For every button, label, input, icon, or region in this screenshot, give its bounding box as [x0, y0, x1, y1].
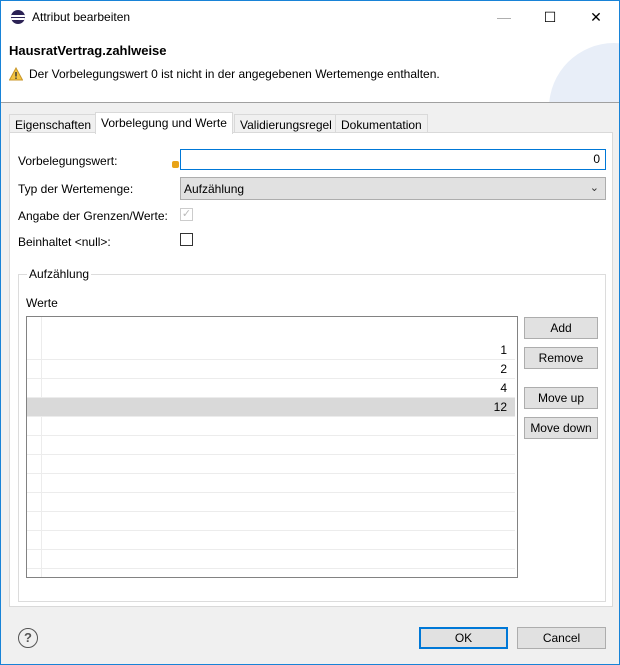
empty-row	[27, 474, 515, 493]
window-title: Attribut bearbeiten	[32, 10, 131, 24]
empty-row	[27, 455, 515, 474]
default-value-label: Vorbelegungswert:	[18, 154, 118, 168]
remove-button[interactable]: Remove	[524, 347, 598, 369]
minimize-button[interactable]: —	[481, 1, 527, 33]
empty-row	[27, 531, 515, 550]
list-item[interactable]: 1	[27, 341, 515, 360]
limits-checkbox[interactable]: ✓	[180, 208, 193, 221]
default-value-input[interactable]: 0	[180, 149, 606, 170]
warning-icon	[9, 67, 23, 81]
empty-row	[27, 436, 515, 455]
ok-button[interactable]: OK	[419, 627, 508, 649]
dialog-heading: HausratVertrag.zahlweise	[9, 43, 167, 58]
empty-row	[27, 512, 515, 531]
values-list[interactable]: 1 2 4 12	[26, 316, 518, 578]
empty-row	[27, 550, 515, 569]
maximize-button[interactable]: ☐	[527, 1, 573, 33]
cancel-button[interactable]: Cancel	[517, 627, 606, 649]
dialog-header: HausratVertrag.zahlweise Der Vorbelegung…	[1, 33, 619, 103]
values-label: Werte	[26, 296, 58, 310]
group-title: Aufzählung	[27, 267, 92, 281]
includes-null-checkbox[interactable]	[180, 233, 193, 246]
title-bar: Attribut bearbeiten — ☐ ✕	[1, 1, 619, 33]
list-item[interactable]: 2	[27, 360, 515, 379]
limits-label: Angabe der Grenzen/Werte:	[18, 209, 168, 223]
tab-vorbelegung-und-werte[interactable]: Vorbelegung und Werte	[95, 112, 233, 134]
tab-panel: Vorbelegungswert: 0 Typ der Wertemenge: …	[9, 132, 613, 607]
includes-null-label: Beinhaltet <null>:	[18, 235, 111, 249]
help-icon[interactable]: ?	[18, 628, 38, 648]
move-down-button[interactable]: Move down	[524, 417, 598, 439]
list-item[interactable]: 4	[27, 379, 515, 398]
tab-eigenschaften[interactable]: Eigenschaften	[9, 114, 98, 134]
list-item-selected[interactable]: 12	[27, 398, 515, 417]
tab-dokumentation[interactable]: Dokumentation	[335, 114, 428, 134]
eclipse-app-icon	[11, 10, 25, 24]
warning-message: Der Vorbelegungswert 0 ist nicht in der …	[29, 67, 440, 81]
select-value: Aufzählung	[184, 182, 245, 196]
empty-row	[27, 417, 515, 436]
header-decoration	[549, 43, 619, 102]
empty-row	[27, 493, 515, 512]
add-button[interactable]: Add	[524, 317, 598, 339]
move-up-button[interactable]: Move up	[524, 387, 598, 409]
close-button[interactable]: ✕	[573, 1, 619, 33]
value-set-type-label: Typ der Wertemenge:	[18, 182, 134, 196]
tab-validierungsregel[interactable]: Validierungsregel	[234, 114, 338, 134]
value-set-type-select[interactable]: Aufzählung ⌄	[180, 177, 606, 200]
dialog-window: Attribut bearbeiten — ☐ ✕ HausratVertrag…	[0, 0, 620, 665]
field-warning-icon	[172, 161, 179, 168]
chevron-down-icon: ⌄	[589, 182, 599, 194]
